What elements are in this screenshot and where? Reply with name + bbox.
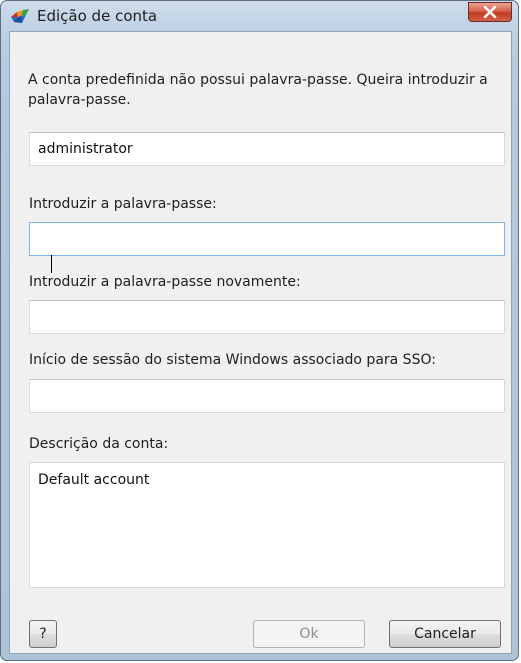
text-caret [51,255,52,273]
sso-label: Início de sessão do sistema Windows asso… [29,352,436,368]
dialog-content: A conta predefinida não possui palavra-p… [9,31,512,654]
description-label: Descrição da conta: [29,436,169,452]
sso-login-field[interactable] [29,379,505,413]
account-edit-dialog: Edição de conta A conta predefinida não … [0,0,519,661]
help-button[interactable]: ? [29,620,57,648]
cancel-button[interactable]: Cancelar [389,620,501,648]
password-confirm-label: Introduzir a palavra-passe novamente: [29,274,301,290]
password-confirm-field[interactable] [29,300,505,334]
account-name-field[interactable] [29,132,505,166]
ok-button[interactable]: Ok [253,620,365,648]
window-title: Edição de conta [37,7,158,25]
avg-logo-icon [10,8,30,25]
title-bar[interactable]: Edição de conta [1,1,518,31]
password-label: Introduzir a palavra-passe: [29,196,217,212]
close-button[interactable] [468,2,512,22]
info-message: A conta predefinida não possui palavra-p… [28,72,488,108]
password-field[interactable] [29,222,505,256]
close-icon [483,3,497,22]
description-textarea[interactable]: Default account [29,462,505,588]
